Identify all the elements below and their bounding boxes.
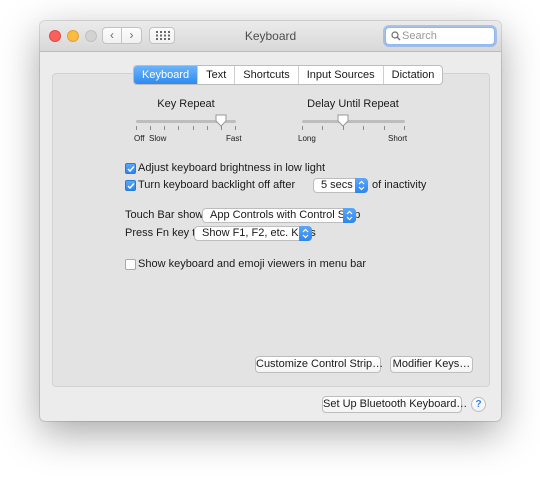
touchbar-value: App Controls with Control Strip [210,209,361,221]
popup-arrows-icon [299,226,312,241]
delay-repeat-track[interactable] [302,120,405,123]
popup-arrows-icon [355,178,368,193]
delay-repeat-long-label: Long [298,134,316,143]
search-icon [391,31,401,41]
tab-input-sources[interactable]: Input Sources [297,66,383,84]
slider-tick [343,126,344,130]
checkmark-icon [127,166,135,173]
keyboard-preferences-window: ‹ › Keyboard Keyboard Text S [40,21,501,421]
slider-tick [136,126,137,130]
title-bar: ‹ › Keyboard [40,21,501,52]
search-field[interactable] [385,27,495,45]
delay-repeat-label: Delay Until Repeat [307,98,399,110]
popup-arrows-icon [343,208,356,223]
emoji-viewer-checkbox[interactable] [125,259,136,270]
slider-tick [302,126,303,130]
slider-tick [363,126,364,130]
fnkey-label: Press Fn key to [125,227,202,239]
key-repeat-label: Key Repeat [157,98,215,110]
key-repeat-slow-label: Slow [149,134,167,143]
search-input[interactable] [402,29,490,43]
backlight-label: Turn keyboard backlight off after [138,179,296,191]
backlight-checkbox[interactable] [125,180,136,191]
brightness-label: Adjust keyboard brightness in low light [138,162,326,174]
customize-control-strip-button[interactable]: Customize Control Strip… [255,356,383,373]
tab-dictation[interactable]: Dictation [382,66,443,84]
key-repeat-fast-label: Fast [226,134,242,143]
backlight-duration-value: 5 secs [321,179,353,191]
slider-tick [178,126,179,130]
slider-tick [322,126,323,130]
checkmark-icon [127,183,135,190]
help-button[interactable]: ? [471,397,486,412]
backlight-duration-popup[interactable]: 5 secs [313,178,368,193]
fnkey-popup[interactable]: Show F1, F2, etc. Keys [194,226,316,241]
bluetooth-keyboard-button[interactable]: Set Up Bluetooth Keyboard… [322,396,467,413]
slider-tick [221,126,222,130]
slider-tick [150,126,151,130]
key-repeat-off-label: Off [134,134,145,143]
slider-tick [384,126,385,130]
slider-tick [207,126,208,130]
touchbar-popup[interactable]: App Controls with Control Strip [202,208,360,223]
slider-tick [164,126,165,130]
backlight-suffix: of inactivity [372,179,427,191]
brightness-checkbox[interactable] [125,163,136,174]
touchbar-label: Touch Bar shows [125,209,209,221]
modifier-keys-button[interactable]: Modifier Keys… [390,356,473,373]
tab-text[interactable]: Text [197,66,234,84]
slider-tick [235,126,236,130]
emoji-viewer-label: Show keyboard and emoji viewers in menu … [138,258,367,270]
tab-shortcuts[interactable]: Shortcuts [234,66,297,84]
tab-keyboard[interactable]: Keyboard [134,66,198,84]
slider-tick [404,126,405,130]
tab-bar: Keyboard Text Shortcuts Input Sources Di… [133,65,444,85]
slider-tick [193,126,194,130]
delay-repeat-short-label: Short [388,134,408,143]
